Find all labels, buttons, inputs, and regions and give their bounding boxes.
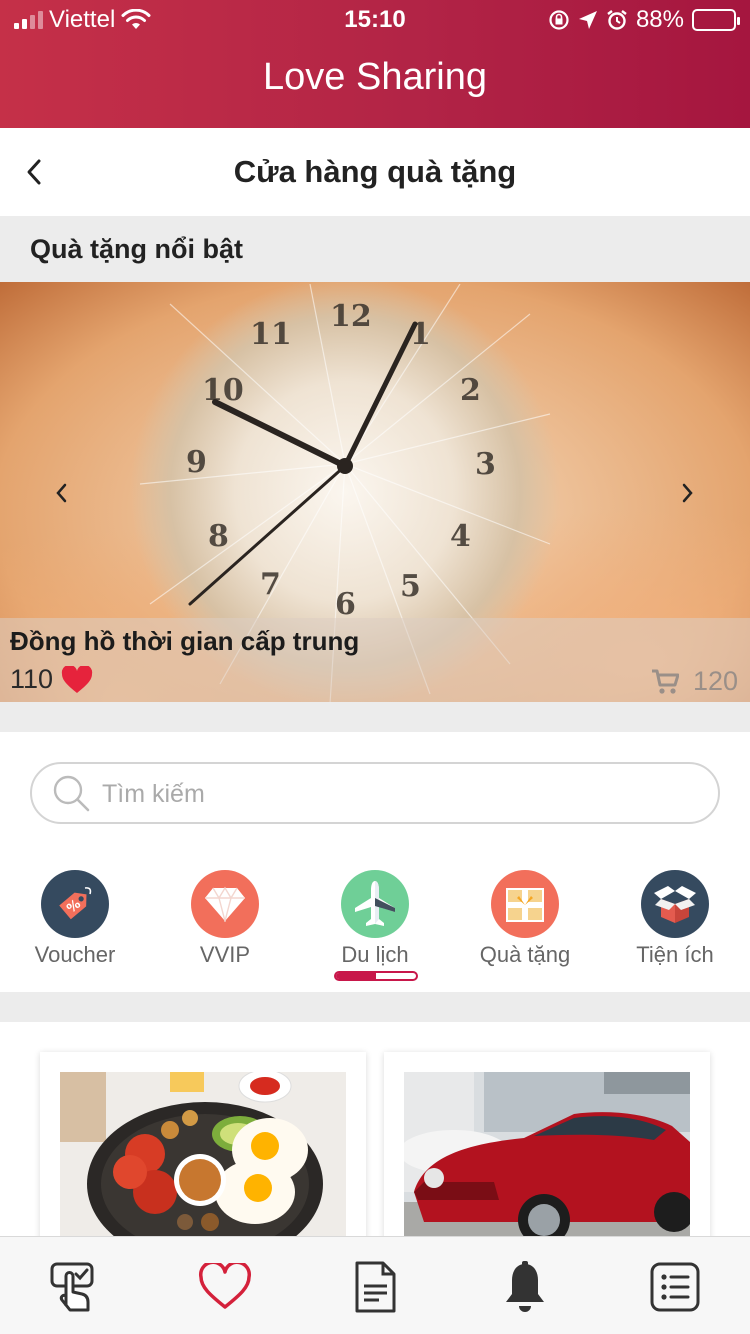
bell-icon xyxy=(506,1261,544,1312)
svg-text:2: 2 xyxy=(460,373,481,408)
svg-text:11: 11 xyxy=(250,317,292,352)
featured-item-hearts: 110 xyxy=(10,664,93,695)
category-label: VVIP xyxy=(199,942,251,967)
category-du-lich[interactable]: Du lịch xyxy=(300,870,450,980)
svg-text:7: 7 xyxy=(260,567,281,602)
svg-text:8: 8 xyxy=(208,519,229,554)
product-card[interactable] xyxy=(40,1052,366,1236)
tab-menu[interactable] xyxy=(645,1257,705,1317)
search-input[interactable] xyxy=(102,772,702,816)
featured-item-name: Đồng hồ thời gian cấp trung xyxy=(10,626,360,656)
category-panel: % Voucher VVIP Du lịch xyxy=(0,732,750,992)
category-scroll-indicator xyxy=(334,971,418,981)
svg-text:3: 3 xyxy=(475,447,496,482)
tab-touch[interactable] xyxy=(45,1257,105,1317)
product-card[interactable] xyxy=(384,1052,710,1236)
page-title: Cửa hàng quà tặng xyxy=(233,154,517,189)
heart-icon xyxy=(61,665,93,693)
svg-text:1: 1 xyxy=(410,317,431,352)
featured-section-title: Quà tặng nổi bật xyxy=(30,234,243,264)
battery-percent: 88% xyxy=(635,6,684,33)
banner-prev-button[interactable] xyxy=(46,478,76,508)
category-label: Voucher xyxy=(34,942,116,967)
category-voucher[interactable]: % Voucher xyxy=(0,870,150,980)
app-title: Love Sharing xyxy=(263,56,487,98)
chevron-left-icon xyxy=(56,483,67,503)
category-tien-ich[interactable]: Tiện ích xyxy=(600,870,750,980)
alarm-icon xyxy=(607,10,627,30)
location-icon xyxy=(578,11,597,29)
tab-bar xyxy=(0,1236,750,1334)
svg-text:6: 6 xyxy=(335,587,356,622)
touch-hand-icon xyxy=(50,1262,94,1312)
svg-text:12: 12 xyxy=(330,299,372,334)
heart-icon xyxy=(199,1263,251,1309)
banner-next-button[interactable] xyxy=(673,478,703,508)
svg-text:4: 4 xyxy=(450,519,471,554)
product-grid xyxy=(0,1022,750,1236)
document-icon xyxy=(355,1261,396,1313)
rotation-lock-icon xyxy=(549,10,569,30)
package-box-icon xyxy=(641,870,709,938)
featured-section-header: Quà tặng nổi bật xyxy=(0,216,750,282)
airplane-icon xyxy=(341,870,409,938)
featured-banner[interactable]: 12 11 10 9 8 7 6 5 4 3 2 1 Đồng hồ thời … xyxy=(0,282,750,702)
tab-notifications[interactable] xyxy=(495,1257,555,1317)
tab-documents[interactable] xyxy=(345,1257,405,1317)
app-header: Viettel 15:10 88% Love Sharing xyxy=(0,0,750,128)
category-vvip[interactable]: VVIP xyxy=(150,870,300,980)
search-box[interactable] xyxy=(30,762,720,824)
search-icon xyxy=(53,775,90,812)
svg-text:5: 5 xyxy=(400,569,421,604)
gift-box-icon xyxy=(491,870,559,938)
cart-count: 120 xyxy=(692,666,738,696)
voucher-tag-icon: % xyxy=(41,870,109,938)
list-icon xyxy=(650,1262,700,1312)
category-qua-tang[interactable]: Quà tặng xyxy=(450,870,600,980)
heart-count: 110 xyxy=(10,664,54,694)
category-label: Quà tặng xyxy=(479,942,571,967)
breakfast-plate-image xyxy=(60,1072,346,1236)
category-label: Du lịch xyxy=(341,942,409,967)
diamond-icon xyxy=(191,870,259,938)
red-car-image xyxy=(404,1072,690,1236)
featured-item-cart[interactable]: 120 xyxy=(651,666,738,697)
cart-icon xyxy=(651,669,679,694)
svg-text:9: 9 xyxy=(186,445,207,480)
category-label: Tiện ích xyxy=(636,942,714,967)
chevron-right-icon xyxy=(682,483,693,503)
battery-icon xyxy=(692,9,740,31)
banner-caption: Đồng hồ thời gian cấp trung 110 120 xyxy=(0,618,750,702)
nav-bar: Cửa hàng quà tặng xyxy=(0,128,750,216)
status-bar: Viettel 15:10 88% xyxy=(0,0,750,40)
tab-favorites[interactable] xyxy=(195,1257,255,1317)
